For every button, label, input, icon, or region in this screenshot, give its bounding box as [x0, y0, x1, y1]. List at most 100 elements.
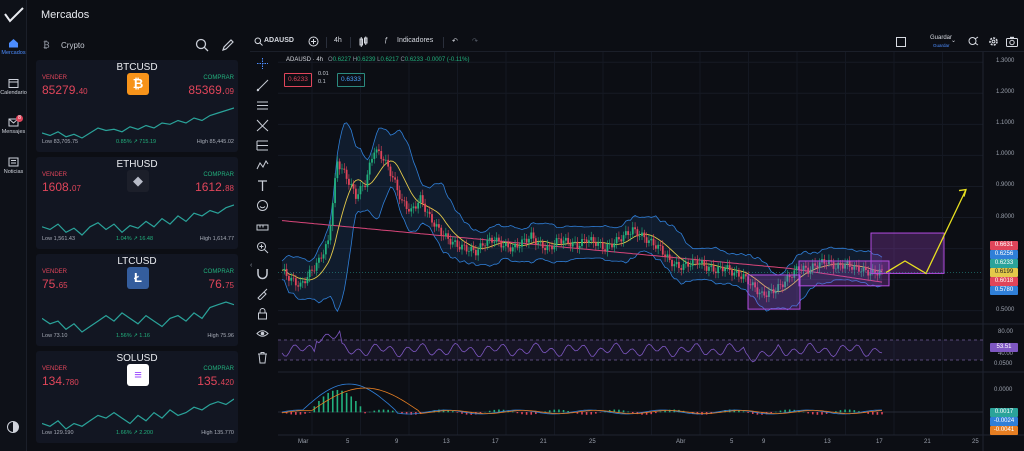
candle-body — [627, 231, 630, 235]
buy-price[interactable]: 85369.09 — [188, 83, 234, 97]
search-icon[interactable] — [254, 37, 263, 46]
edit-icon[interactable] — [221, 38, 235, 52]
time-tick: 9 — [395, 439, 399, 445]
pattern-icon[interactable] — [256, 159, 269, 172]
candle-body — [724, 268, 726, 272]
candle-body — [569, 243, 572, 247]
panel-header: ₿ Crypto — [35, 33, 240, 57]
buy-label: COMPRAR — [203, 75, 234, 81]
candle-body — [666, 254, 669, 257]
candle-body — [558, 238, 560, 239]
market-card-solusd[interactable]: SOLUSD VENDER COMPRAR 134.780 135.420 ≡ Low 12… — [36, 351, 238, 443]
screenshot-icon[interactable] — [1006, 36, 1018, 47]
candle-body — [708, 266, 710, 271]
candle-body — [378, 149, 380, 152]
market-card-btcusd[interactable]: BTCUSD VENDER COMPRAR 85279.40 85369.09 ₿ Low … — [36, 60, 238, 152]
redo-icon[interactable]: ↷ — [472, 37, 478, 45]
buy-price[interactable]: 1612.88 — [195, 180, 234, 194]
search-icon[interactable] — [195, 38, 209, 52]
sell-quote-button[interactable]: 0.6233 — [284, 73, 312, 87]
sell-price[interactable]: 85279.40 — [42, 83, 88, 97]
sell-price[interactable]: 134.780 — [42, 374, 79, 388]
undo-icon[interactable]: ↶ — [452, 37, 458, 45]
brush-icon[interactable] — [256, 287, 269, 300]
candle-body — [578, 246, 581, 249]
pitchfork-icon[interactable] — [256, 119, 269, 132]
indicators-button[interactable]: Indicadores — [397, 37, 433, 44]
candle-body — [731, 270, 733, 276]
close-value: 0.6233 — [404, 57, 424, 63]
gear-icon[interactable] — [988, 36, 999, 47]
candle-body — [624, 231, 627, 236]
buy-price[interactable]: 135.420 — [197, 374, 234, 388]
candle-body — [299, 282, 302, 287]
macd-histogram-bar — [525, 412, 528, 415]
brand-logo-icon[interactable] — [3, 6, 25, 24]
eye-icon[interactable] — [256, 327, 269, 340]
candle-body — [546, 245, 549, 251]
category-label[interactable]: Crypto — [61, 41, 85, 50]
candle-body — [290, 277, 293, 281]
buy-price[interactable]: 76.75 — [208, 277, 234, 291]
candle-body — [657, 244, 660, 249]
low-value: 0.6217 — [380, 57, 399, 63]
symbol-selector[interactable]: ADAUSD — [264, 37, 294, 44]
rail-item-calendar[interactable]: Calendario — [0, 78, 27, 96]
price-chart[interactable] — [278, 52, 1024, 451]
crosshair-icon[interactable] — [256, 57, 269, 70]
candle-body — [678, 261, 680, 269]
magnet-icon[interactable] — [256, 267, 269, 280]
card-symbol: LTCUSD — [117, 256, 157, 267]
candle-body — [334, 178, 336, 204]
candle-body — [391, 176, 394, 178]
card-symbol: BTCUSD — [116, 62, 158, 73]
candle-body — [359, 186, 362, 195]
candle-body — [654, 245, 657, 249]
candle-body — [306, 277, 309, 284]
macd-histogram-bar — [567, 410, 569, 413]
candle-body — [689, 265, 692, 267]
candle-body — [424, 203, 426, 212]
emoji-icon[interactable] — [256, 199, 269, 212]
rail-item-messages[interactable]: 8 Mensajes — [0, 115, 27, 135]
ruler-icon[interactable] — [256, 221, 269, 234]
trash-icon[interactable] — [256, 351, 269, 364]
buy-label: COMPRAR — [203, 366, 234, 372]
chevron-down-icon[interactable]: ⌄ — [951, 37, 956, 44]
sell-price[interactable]: 1608.07 — [42, 180, 81, 194]
interval-selector[interactable]: 4h — [334, 37, 342, 44]
candle-body — [521, 239, 523, 247]
market-card-ethusd[interactable]: ETHUSD VENDER COMPRAR 1608.07 1612.88 ◆ Low 1,… — [36, 157, 238, 249]
candle-body — [525, 238, 528, 243]
rail-item-markets[interactable]: Mercados — [0, 38, 27, 56]
alert-icon[interactable] — [968, 36, 979, 47]
indicators-icon[interactable]: ƒ — [384, 37, 388, 44]
zoom-in-icon[interactable] — [256, 241, 269, 254]
add-symbol-icon[interactable] — [308, 36, 319, 47]
layout-icon[interactable] — [896, 37, 906, 47]
candles-icon[interactable] — [358, 36, 369, 48]
theme-toggle-icon[interactable] — [6, 420, 20, 434]
trend-line-icon[interactable] — [256, 79, 269, 92]
macd-histogram-bar — [341, 390, 343, 413]
market-card-ltcusd[interactable]: LTCUSD VENDER COMPRAR 75.65 76.75 Ł Low 73.10 1… — [36, 254, 238, 346]
save-button[interactable]: Guardar — [930, 35, 952, 41]
sell-price[interactable]: 75.65 — [42, 277, 68, 291]
macd-histogram-bar — [451, 411, 454, 413]
horizontal-lines-icon[interactable] — [256, 99, 269, 112]
candle-body — [652, 238, 655, 246]
time-tick: 5 — [730, 439, 734, 445]
macd-histogram-bar — [331, 390, 334, 413]
collapse-panel-icon[interactable]: ‹ — [250, 262, 255, 274]
toolbar-divider — [326, 37, 327, 48]
rail-item-news[interactable]: Noticias — [0, 157, 27, 175]
buy-quote-button[interactable]: 0.6333 — [337, 73, 365, 87]
text-icon[interactable] — [256, 179, 269, 192]
candle-body — [534, 238, 537, 245]
candle-body — [583, 239, 586, 240]
fib-icon[interactable] — [256, 139, 269, 152]
solana-icon: ≡ — [127, 364, 149, 386]
candle-body — [324, 244, 327, 255]
lock-icon[interactable] — [256, 307, 269, 320]
macd-histogram-bar — [304, 412, 306, 414]
